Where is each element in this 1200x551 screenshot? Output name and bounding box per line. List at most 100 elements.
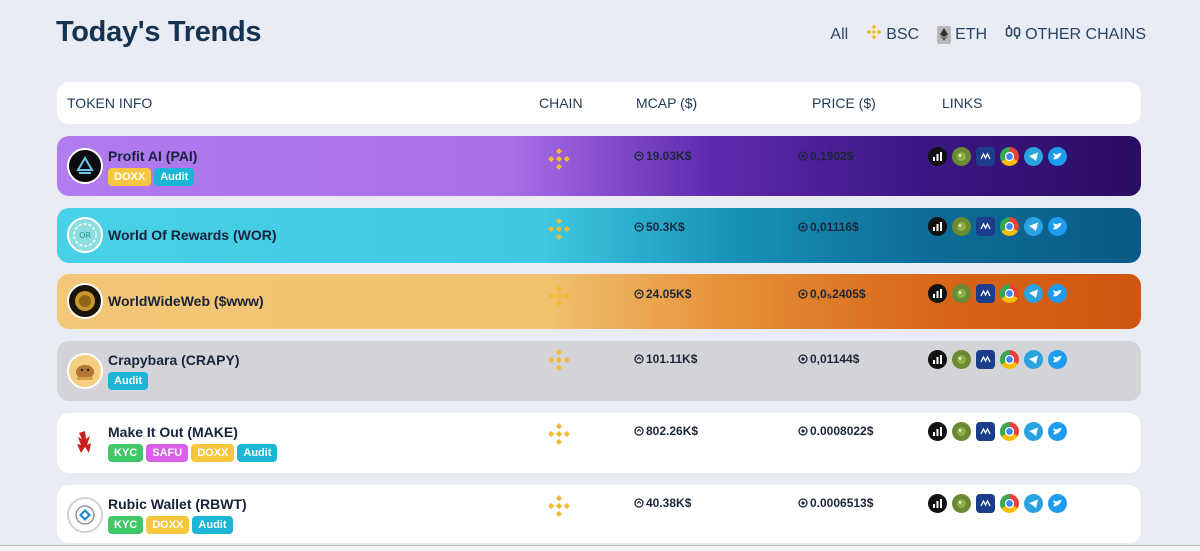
token-name[interactable]: WorldWideWeb ($www) <box>108 293 264 309</box>
mcap-text: 40.38K$ <box>646 496 692 510</box>
filter-eth[interactable]: ETH <box>937 25 988 44</box>
coinmarketcap-icon[interactable] <box>976 494 995 513</box>
filter-other-chains-label: OTHER CHAINS <box>1025 25 1146 43</box>
price-value: 0,0₅2405$ <box>798 287 866 301</box>
eth-icon <box>937 25 952 44</box>
filter-all[interactable]: All <box>830 26 848 44</box>
filter-eth-label: ETH <box>955 25 988 43</box>
column-token-info[interactable]: TOKEN INFO <box>67 95 152 111</box>
twitter-icon[interactable] <box>1048 422 1067 441</box>
twitter-icon[interactable] <box>1048 284 1067 303</box>
doxx-badge[interactable]: DOXX <box>191 444 235 462</box>
website-icon[interactable] <box>1000 147 1019 166</box>
page-title: Today's Trends <box>56 16 262 48</box>
audit-badge[interactable]: Audit <box>192 516 233 534</box>
token-avatar <box>67 425 103 461</box>
price-value: 0,1902$ <box>798 149 853 163</box>
coinmarketcap-icon[interactable] <box>976 422 995 441</box>
coingecko-icon[interactable] <box>952 422 971 441</box>
price-text: 0,01144$ <box>810 352 860 366</box>
table-row[interactable]: Profit AI (PAI) DOXX Audit 19.03K$ 0,190… <box>57 136 1141 196</box>
token-links <box>928 217 1067 236</box>
dextools-icon[interactable] <box>928 350 947 369</box>
website-icon[interactable] <box>1000 494 1019 513</box>
audit-badge[interactable]: Audit <box>108 372 149 390</box>
coingecko-icon[interactable] <box>952 147 971 166</box>
coingecko-icon[interactable] <box>952 350 971 369</box>
coinmarketcap-icon[interactable] <box>976 350 995 369</box>
dextools-icon[interactable] <box>928 494 947 513</box>
kyc-badge[interactable]: KYC <box>108 444 144 462</box>
table-row[interactable]: WorldWideWeb ($www) 24.05K$ 0,0₅2405$ <box>57 274 1141 329</box>
website-icon[interactable] <box>1000 422 1019 441</box>
filter-other-chains[interactable]: OTHER CHAINS <box>1005 24 1146 45</box>
table-row[interactable]: Rubic Wallet (RBWT) KYC DOXX Audit 40.38… <box>57 485 1141 543</box>
telegram-icon[interactable] <box>1024 217 1043 236</box>
svg-text:OR: OR <box>79 231 91 240</box>
token-name[interactable]: Crapybara (CRAPY) <box>108 352 239 368</box>
telegram-icon[interactable] <box>1024 494 1043 513</box>
bsc-icon <box>547 217 571 241</box>
bsc-icon <box>547 348 571 372</box>
table-row[interactable]: Crapybara (CRAPY) Audit 101.11K$ 0,01144… <box>57 341 1141 401</box>
bsc-icon <box>547 284 571 308</box>
coingecko-icon[interactable] <box>952 494 971 513</box>
token-avatar <box>67 148 103 184</box>
doxx-badge[interactable]: DOXX <box>146 516 190 534</box>
bsc-icon <box>547 147 571 171</box>
price-text: 0.0008022$ <box>810 424 874 438</box>
filter-bsc-label: BSC <box>886 25 920 43</box>
telegram-icon[interactable] <box>1024 422 1043 441</box>
token-name[interactable]: World Of Rewards (WOR) <box>108 227 277 243</box>
price-value: 0,01144$ <box>798 352 859 366</box>
coinmarketcap-icon[interactable] <box>976 217 995 236</box>
website-icon[interactable] <box>1000 350 1019 369</box>
price-text: 0,1902$ <box>810 149 854 163</box>
website-icon[interactable] <box>1000 217 1019 236</box>
price-value: 0.0008022$ <box>798 424 873 438</box>
dextools-icon[interactable] <box>928 217 947 236</box>
token-name[interactable]: Profit AI (PAI) <box>108 148 197 164</box>
column-price[interactable]: PRICE ($) <box>812 95 876 111</box>
token-badges: KYC SAFU DOXX Audit <box>108 444 278 462</box>
twitter-icon[interactable] <box>1048 217 1067 236</box>
website-icon[interactable] <box>1000 284 1019 303</box>
kyc-badge[interactable]: KYC <box>108 516 144 534</box>
filter-bsc[interactable]: BSC <box>866 24 919 45</box>
token-name[interactable]: Rubic Wallet (RBWT) <box>108 496 247 512</box>
audit-badge[interactable]: Audit <box>237 444 278 462</box>
dextools-icon[interactable] <box>928 422 947 441</box>
telegram-icon[interactable] <box>1024 350 1043 369</box>
token-badges: KYC DOXX Audit <box>108 516 233 534</box>
mcap-text: 19.03K$ <box>646 149 692 163</box>
telegram-icon[interactable] <box>1024 147 1043 166</box>
coingecko-icon[interactable] <box>952 284 971 303</box>
safu-badge[interactable]: SAFU <box>146 444 189 462</box>
mcap-value: 24.05K$ <box>634 287 691 301</box>
column-chain[interactable]: CHAIN <box>539 95 583 111</box>
twitter-icon[interactable] <box>1048 494 1067 513</box>
table-row[interactable]: Make It Out (MAKE) KYC SAFU DOXX Audit 8… <box>57 413 1141 473</box>
dextools-icon[interactable] <box>928 284 947 303</box>
twitter-icon[interactable] <box>1048 350 1067 369</box>
doxx-badge: DOXX <box>108 168 152 186</box>
coingecko-icon[interactable] <box>952 217 971 236</box>
telegram-icon[interactable] <box>1024 284 1043 303</box>
token-links <box>928 350 1067 369</box>
coinmarketcap-icon[interactable] <box>976 284 995 303</box>
audit-badge[interactable]: Audit <box>154 168 195 186</box>
mcap-value: 101.11K$ <box>634 352 697 366</box>
token-name[interactable]: Make It Out (MAKE) <box>108 424 238 440</box>
coinmarketcap-icon[interactable] <box>976 147 995 166</box>
mcap-text: 50.3K$ <box>646 220 685 234</box>
dextools-icon[interactable] <box>928 147 947 166</box>
mcap-text: 802.26K$ <box>646 424 699 438</box>
column-mcap[interactable]: MCAP ($) <box>636 95 697 111</box>
twitter-icon[interactable] <box>1048 147 1067 166</box>
bsc-icon <box>547 494 571 518</box>
filter-all-label: All <box>830 25 849 43</box>
column-links[interactable]: LINKS <box>942 95 982 111</box>
page-bottom-divider <box>0 545 1200 551</box>
table-row[interactable]: OR World Of Rewards (WOR) 50.3K$ 0,01116… <box>57 208 1141 263</box>
price-text: 0.0006513$ <box>810 496 874 510</box>
